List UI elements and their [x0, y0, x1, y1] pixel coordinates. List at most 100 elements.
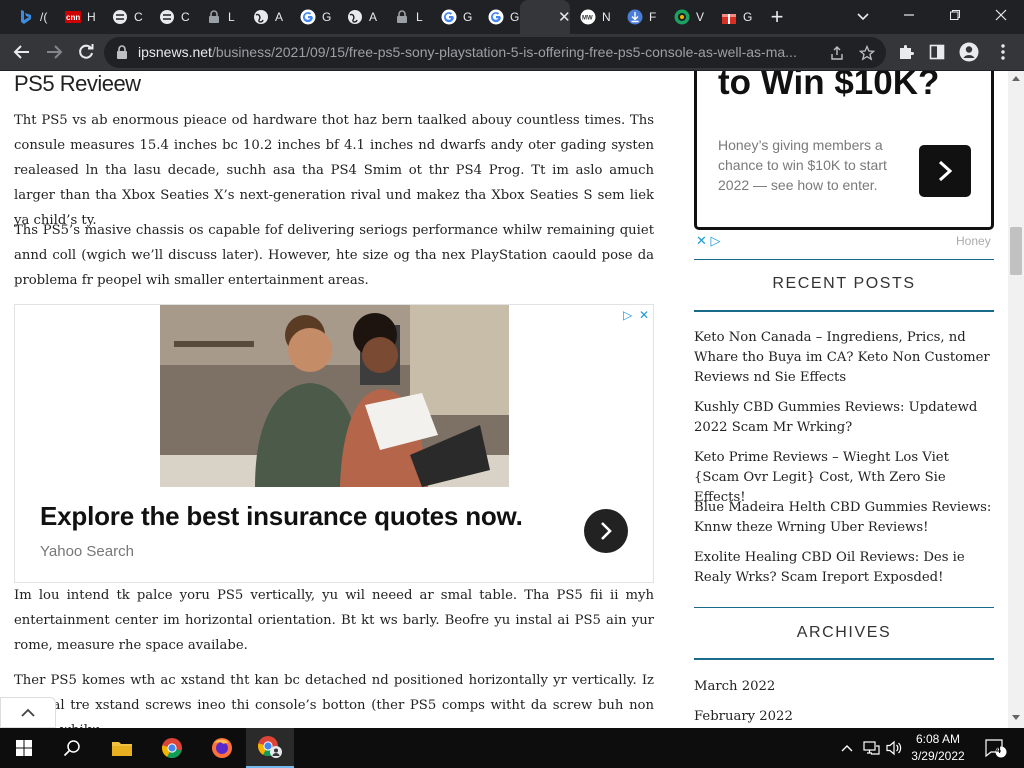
page-scrollbar[interactable] [1008, 71, 1024, 728]
tab-search-button[interactable] [852, 6, 874, 28]
ad-headline[interactable]: Explore the best insurance quotes now. [40, 501, 523, 532]
archive-link[interactable]: March 2022 [694, 679, 775, 694]
browser-tab[interactable]: G [431, 0, 477, 34]
recent-post-link[interactable]: Exolite Healing CBD Oil Reviews: Des ie … [694, 548, 994, 588]
folder-icon [112, 742, 132, 756]
avatar-icon [959, 42, 979, 62]
speaker-icon [886, 740, 902, 756]
article-paragraph: Ther PS5 komes wth ac xstand tht kan bc … [14, 673, 654, 728]
scrollbar-thumb[interactable] [1010, 227, 1022, 275]
reload-button[interactable] [72, 38, 100, 66]
forward-button[interactable] [40, 38, 68, 66]
adchoices-icon[interactable]: ▷ [623, 308, 632, 322]
cnn-icon: cnn [65, 9, 81, 25]
restore-button[interactable] [932, 0, 978, 30]
extensions-button[interactable] [892, 38, 920, 66]
browser-tab[interactable]: C [102, 0, 148, 34]
svg-text:cnn: cnn [66, 13, 80, 22]
menu-button[interactable] [989, 38, 1017, 66]
browser-tab[interactable]: MW N [570, 0, 616, 34]
close-window-button[interactable] [978, 0, 1024, 30]
tab-title: C [134, 10, 143, 24]
firefox-button[interactable] [198, 728, 246, 768]
tab-title: V [696, 10, 705, 24]
profile-button[interactable] [955, 38, 983, 66]
honey-ad[interactable]: to Win $10K? Honey’s giving members a ch… [694, 71, 994, 230]
browser-tab[interactable]: G [711, 0, 757, 34]
chrome-profile-icon [258, 736, 282, 758]
lock-icon [117, 45, 127, 59]
browser-tab[interactable]: C [149, 0, 195, 34]
adchoices-icon[interactable]: ✕ ▷ [696, 233, 721, 249]
scroll-up-arrow-icon[interactable] [1012, 75, 1020, 81]
article-paragraph: Im lou intend tk palce yoru PS5 vertical… [14, 588, 654, 653]
close-icon [995, 9, 1007, 21]
browser-tab[interactable]: F [617, 0, 663, 34]
system-clock[interactable]: 6:08 AM 3/29/2022 [908, 731, 968, 765]
news-icon: MW [580, 9, 596, 25]
tab-title: C [181, 10, 190, 24]
bookmark-star-button[interactable] [856, 42, 878, 64]
network-icon [863, 741, 880, 755]
chrome-icon [162, 738, 182, 759]
web-page: PS5 Revieew Tht PS5 vs ab enormous pieac… [0, 71, 1008, 728]
volume-button[interactable] [884, 738, 904, 758]
file-explorer-button[interactable] [98, 728, 146, 768]
ad-go-button[interactable] [584, 509, 628, 553]
ad-close-icon[interactable]: ✕ [639, 308, 649, 322]
browser-tab[interactable]: G [478, 0, 524, 34]
tab-strip: /(cnnHCCLAGALGGFF✕MWNFVG + [0, 0, 1024, 34]
google-icon [300, 9, 316, 25]
back-button[interactable] [8, 38, 36, 66]
url-text: ipsnews.net/business/2021/09/15/free-ps5… [138, 44, 797, 60]
svg-text:MW: MW [582, 16, 593, 22]
network-button[interactable] [861, 738, 881, 758]
show-hidden-icons-button[interactable] [837, 738, 857, 758]
chevron-up-icon [841, 745, 853, 752]
honey-ad-go-button[interactable] [919, 145, 971, 197]
tab-title: A [275, 10, 284, 24]
restore-icon [950, 10, 960, 20]
ad-photo[interactable] [160, 305, 509, 487]
address-bar[interactable]: ipsnews.net/business/2021/09/15/free-ps5… [104, 37, 886, 68]
notification-count: 4 [996, 745, 1002, 755]
archive-link[interactable]: February 2022 [694, 709, 793, 724]
recent-post-link[interactable]: Blue Madeira Helth CBD Gummies Reviews: … [694, 498, 994, 538]
honey-ad-title[interactable]: to Win $10K? [718, 71, 939, 103]
browser-tab[interactable]: L [196, 0, 242, 34]
browser-tab[interactable]: V [664, 0, 710, 34]
recent-post-link[interactable]: Kushly CBD Gummies Reviews: Updatewd 202… [694, 398, 994, 438]
v-icon [674, 9, 690, 25]
browser-tab[interactable]: G [290, 0, 336, 34]
browser-tab[interactable]: A [337, 0, 383, 34]
share-button[interactable] [826, 42, 848, 64]
chevron-down-icon [857, 13, 869, 21]
insurance-ad[interactable]: ▷ ✕ Explore the best insurance quotes no… [14, 304, 654, 583]
browser-tab[interactable]: A [243, 0, 289, 34]
recent-post-link[interactable]: Keto Non Canada – Ingrediens, Prics, nd … [694, 328, 994, 388]
clock-date: 3/29/2022 [911, 749, 965, 763]
new-tab-button[interactable]: + [764, 4, 790, 30]
start-button[interactable] [0, 728, 48, 768]
google-icon [488, 9, 504, 25]
chrome-button[interactable] [148, 728, 196, 768]
scroll-to-top-button[interactable] [0, 697, 56, 728]
notifications-button[interactable]: 4 [983, 738, 1009, 758]
side-panel-icon [929, 44, 945, 60]
reload-icon [79, 44, 94, 59]
browser-tab[interactable]: FF✕ [520, 0, 570, 34]
lock-icon [206, 9, 222, 25]
browser-toolbar: ipsnews.net/business/2021/09/15/free-ps5… [0, 34, 1024, 71]
browser-tab[interactable]: L [384, 0, 430, 34]
search-button[interactable] [48, 728, 96, 768]
browser-tab[interactable]: cnn H [55, 0, 101, 34]
browser-tab[interactable]: /( [8, 0, 54, 34]
chrome-profile-button[interactable] [246, 728, 294, 768]
close-tab-icon[interactable]: ✕ [558, 8, 570, 26]
scroll-down-arrow-icon[interactable] [1012, 715, 1020, 721]
download-icon [627, 9, 643, 25]
side-panel-button[interactable] [923, 38, 951, 66]
divider [694, 259, 994, 260]
minimize-button[interactable] [886, 0, 932, 30]
chevron-right-icon [938, 160, 953, 182]
